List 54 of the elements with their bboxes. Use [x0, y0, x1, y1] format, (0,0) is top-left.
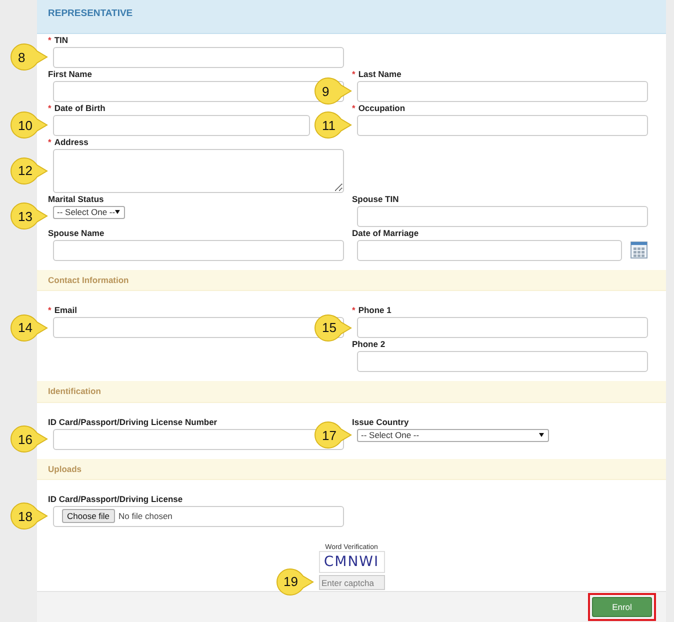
callout-badge: 11	[314, 111, 352, 140]
caret-icon	[539, 433, 544, 438]
text-field[interactable]	[357, 317, 648, 338]
field-label: Spouse TIN	[352, 194, 400, 205]
field-label: * Phone 1	[352, 305, 392, 316]
text-field[interactable]	[53, 428, 344, 450]
field-label: Spouse Name	[48, 228, 106, 239]
callout-badge: 18	[10, 502, 48, 530]
callout-badge: 13	[10, 202, 48, 230]
callout-badge: 8	[10, 43, 48, 72]
callout-badge: 16	[10, 425, 48, 454]
calendar-icon[interactable]	[630, 241, 648, 260]
callout-badge: 9	[314, 77, 352, 106]
section-title: Contact Information	[48, 274, 129, 285]
field-label: * Email	[48, 305, 78, 316]
text-field[interactable]	[357, 114, 648, 136]
field-label: * Date of Birth	[48, 102, 106, 114]
field-label: * Address	[48, 136, 90, 148]
field-label: * TIN	[48, 34, 70, 46]
text-field[interactable]	[53, 240, 344, 261]
caret-icon	[115, 210, 120, 214]
text-field[interactable]	[357, 80, 648, 102]
select-dropdown[interactable]: -- Select One --	[53, 206, 125, 219]
field-label: Marital Status	[48, 194, 105, 205]
callout-badge: 19	[276, 568, 314, 596]
field-label: * Last Name	[352, 68, 402, 80]
callout-badge: 17	[314, 421, 352, 450]
captcha-field[interactable]: Enter captcha	[318, 575, 384, 590]
file-status: No file chosen	[118, 511, 172, 522]
section-title: REPRESENTATIVE	[48, 8, 133, 19]
field-label: ID Card/Passport/Driving License	[48, 494, 184, 505]
text-field[interactable]	[53, 80, 344, 102]
callout-badge: 12	[10, 156, 48, 185]
text-field[interactable]	[357, 351, 648, 372]
choose-file-button[interactable]: Choose file	[62, 509, 115, 524]
date-field[interactable]	[357, 240, 622, 261]
field-label: Phone 2	[352, 339, 386, 350]
address-field[interactable]	[53, 148, 344, 193]
field-label: Issue Country	[352, 416, 410, 428]
callout-badge: 15	[314, 314, 352, 342]
date-field[interactable]	[53, 114, 310, 136]
captcha-image: CMNWI	[318, 550, 384, 573]
field-label: First Name	[48, 68, 93, 80]
callout-badge: 10	[10, 111, 48, 140]
text-field[interactable]	[53, 317, 344, 338]
callout-badge: 14	[10, 314, 48, 342]
field-label: ID Card/Passport/Driving License Number	[48, 416, 218, 428]
text-field[interactable]	[53, 46, 344, 68]
section-title: Identification	[48, 386, 101, 396]
select-dropdown[interactable]: -- Select One --	[357, 428, 549, 442]
text-field[interactable]	[357, 206, 648, 227]
field-label: Date of Marriage	[352, 228, 420, 239]
field-label: * Occupation	[352, 102, 406, 114]
section-title: Uploads	[48, 464, 82, 474]
